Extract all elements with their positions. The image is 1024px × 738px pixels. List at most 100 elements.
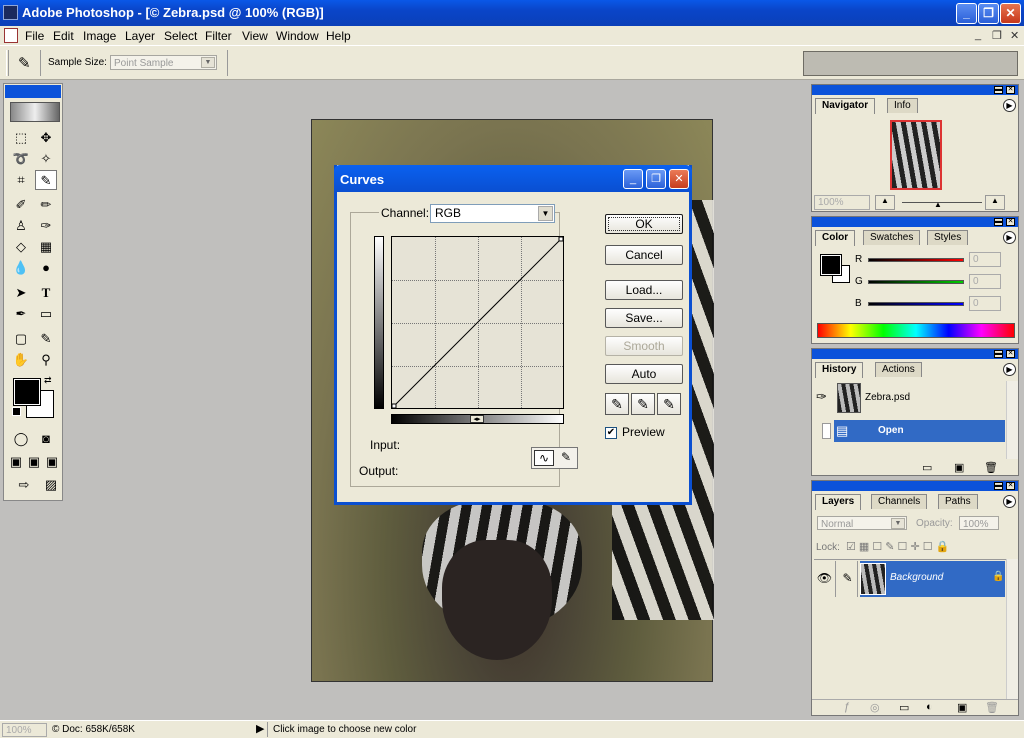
- white-point-eyedropper-icon[interactable]: ✎: [657, 393, 681, 415]
- magic-wand-tool-icon[interactable]: ✧: [35, 149, 57, 169]
- paintbrush-tool-icon[interactable]: ✏: [35, 195, 57, 215]
- preview-checkbox[interactable]: ✔: [605, 427, 617, 439]
- panel-menu-arrow-icon[interactable]: ▶: [1003, 231, 1016, 244]
- tab-history[interactable]: History: [815, 362, 864, 378]
- menu-window[interactable]: Window: [276, 29, 319, 43]
- panel-minimize-button[interactable]: ▬: [994, 350, 1003, 358]
- doc-close-button[interactable]: ✕: [1010, 29, 1019, 42]
- menu-layer[interactable]: Layer: [125, 29, 155, 43]
- tab-actions[interactable]: Actions: [875, 362, 922, 377]
- adobe-online-icon[interactable]: [10, 102, 60, 122]
- doc-size-info[interactable]: © Doc: 658K/658K: [52, 724, 135, 735]
- panel-menu-arrow-icon[interactable]: ▶: [1003, 495, 1016, 508]
- doc-minimize-button[interactable]: _: [975, 29, 981, 41]
- pencil-tool-icon[interactable]: ✎: [556, 450, 576, 466]
- panel-minimize-button[interactable]: ▬: [994, 482, 1003, 490]
- menu-image[interactable]: Image: [83, 29, 116, 43]
- blur-tool-icon[interactable]: 💧: [10, 258, 32, 278]
- imageready-icon[interactable]: ▨: [40, 475, 62, 495]
- menu-view[interactable]: View: [242, 29, 268, 43]
- standard-mode-icon[interactable]: ◯: [10, 429, 32, 449]
- options-bar-grip[interactable]: [6, 50, 9, 76]
- gray-point-eyedropper-icon[interactable]: ✎: [631, 393, 655, 415]
- navigator-thumbnail[interactable]: [890, 120, 942, 190]
- full-screen-menu-mode-icon[interactable]: ▣: [25, 452, 43, 472]
- notes-tool-icon[interactable]: ▢: [10, 329, 32, 349]
- panel-titlebar[interactable]: ▬ ✕: [812, 349, 1018, 359]
- panel-close-button[interactable]: ✕: [1006, 482, 1015, 490]
- tab-styles[interactable]: Styles: [927, 230, 969, 245]
- trash-icon[interactable]: 🗑: [985, 701, 999, 714]
- channel-g-slider[interactable]: [868, 280, 964, 284]
- standard-screen-mode-icon[interactable]: ▣: [7, 452, 25, 472]
- dialog-close-button[interactable]: ✕: [669, 169, 689, 189]
- panel-titlebar[interactable]: ▬ ✕: [812, 481, 1018, 491]
- eraser-tool-icon[interactable]: ◇: [10, 237, 32, 257]
- tab-navigator[interactable]: Navigator: [815, 98, 876, 114]
- channel-b-slider[interactable]: [868, 302, 964, 306]
- zoom-out-icon[interactable]: ▲: [875, 195, 895, 210]
- menu-file[interactable]: File: [25, 29, 44, 43]
- new-document-icon[interactable]: ▭: [922, 461, 932, 474]
- snapshot-name[interactable]: Zebra.psd: [865, 392, 910, 403]
- eyedropper-alt-tool-icon[interactable]: ✎: [35, 329, 57, 349]
- black-point-eyedropper-icon[interactable]: ✎: [605, 393, 629, 415]
- default-colors-icon[interactable]: [12, 407, 21, 416]
- channel-r-slider[interactable]: [868, 258, 964, 262]
- save-button[interactable]: Save...: [605, 308, 683, 328]
- marquee-tool-icon[interactable]: ⬚: [10, 128, 32, 148]
- jump-to-imageready-icon[interactable]: ⇨: [10, 475, 38, 495]
- doc-restore-button[interactable]: ❐: [992, 29, 1002, 42]
- history-state-row[interactable]: ▤ Open: [834, 420, 1005, 442]
- panel-titlebar[interactable]: ▬ ✕: [812, 85, 1018, 95]
- color-ramp[interactable]: [817, 323, 1015, 338]
- layer-brush-icon[interactable]: ✎: [838, 561, 858, 597]
- path-selection-tool-icon[interactable]: ➤: [10, 283, 32, 303]
- menu-filter[interactable]: Filter: [205, 29, 232, 43]
- blend-mode-select[interactable]: Normal ▼: [817, 516, 907, 530]
- new-layer-set-icon[interactable]: ▭: [899, 701, 909, 714]
- clone-stamp-tool-icon[interactable]: ♙: [10, 216, 32, 236]
- new-layer-icon[interactable]: ▣: [957, 701, 967, 714]
- maximize-button[interactable]: ❐: [978, 3, 999, 24]
- panel-close-button[interactable]: ✕: [1006, 86, 1015, 94]
- lasso-tool-icon[interactable]: ➰: [10, 149, 32, 169]
- history-state-marker[interactable]: [822, 423, 831, 439]
- tab-swatches[interactable]: Swatches: [863, 230, 921, 245]
- toolbox-titlebar[interactable]: [5, 85, 61, 98]
- ok-button[interactable]: OK: [605, 214, 683, 234]
- adjustment-layer-icon[interactable]: ◐: [926, 701, 933, 713]
- zoom-in-icon[interactable]: ▲: [985, 195, 1005, 210]
- status-menu-arrow-icon[interactable]: ▶: [256, 722, 264, 735]
- foreground-color-swatch[interactable]: [13, 378, 41, 406]
- tab-color[interactable]: Color: [815, 230, 856, 246]
- minimize-button[interactable]: _: [956, 3, 977, 24]
- panel-menu-arrow-icon[interactable]: ▶: [1003, 363, 1016, 376]
- layer-style-icon[interactable]: ƒ: [844, 701, 850, 713]
- close-button[interactable]: ✕: [1000, 3, 1021, 24]
- type-tool-icon[interactable]: T: [35, 283, 57, 303]
- layer-row-background[interactable]: Background 🔒: [860, 561, 1005, 597]
- lock-transparency-icon[interactable]: ☑ ▦ ☐ ✎ ☐ ✛ ☐ 🔒: [846, 540, 949, 553]
- layers-scrollbar[interactable]: [1006, 559, 1018, 699]
- new-snapshot-icon[interactable]: ▣: [954, 461, 964, 474]
- tab-paths[interactable]: Paths: [938, 494, 978, 509]
- curve-graph[interactable]: [391, 236, 564, 409]
- history-brush-source-icon[interactable]: ✑: [816, 389, 827, 405]
- auto-button[interactable]: Auto: [605, 364, 683, 384]
- hand-tool-icon[interactable]: ✋: [10, 350, 32, 370]
- palette-well[interactable]: [803, 51, 1018, 76]
- tab-info[interactable]: Info: [887, 98, 918, 113]
- panel-minimize-button[interactable]: ▬: [994, 86, 1003, 94]
- dodge-tool-icon[interactable]: ●: [35, 258, 57, 278]
- dialog-maximize-button[interactable]: ❐: [646, 169, 666, 189]
- layer-mask-icon[interactable]: ◎: [870, 701, 880, 714]
- zoom-slider-thumb[interactable]: ▲: [934, 200, 942, 209]
- zoom-tool-icon[interactable]: ⚲: [35, 350, 57, 370]
- sample-size-select[interactable]: Point Sample ▼: [110, 55, 217, 70]
- crop-tool-icon[interactable]: ⌗: [10, 170, 32, 190]
- gradient-toggle-icon[interactable]: ◂▸: [470, 415, 484, 423]
- panel-minimize-button[interactable]: ▬: [994, 218, 1003, 226]
- menu-help[interactable]: Help: [326, 29, 351, 43]
- eyedropper-tool-icon[interactable]: ✎: [35, 170, 57, 190]
